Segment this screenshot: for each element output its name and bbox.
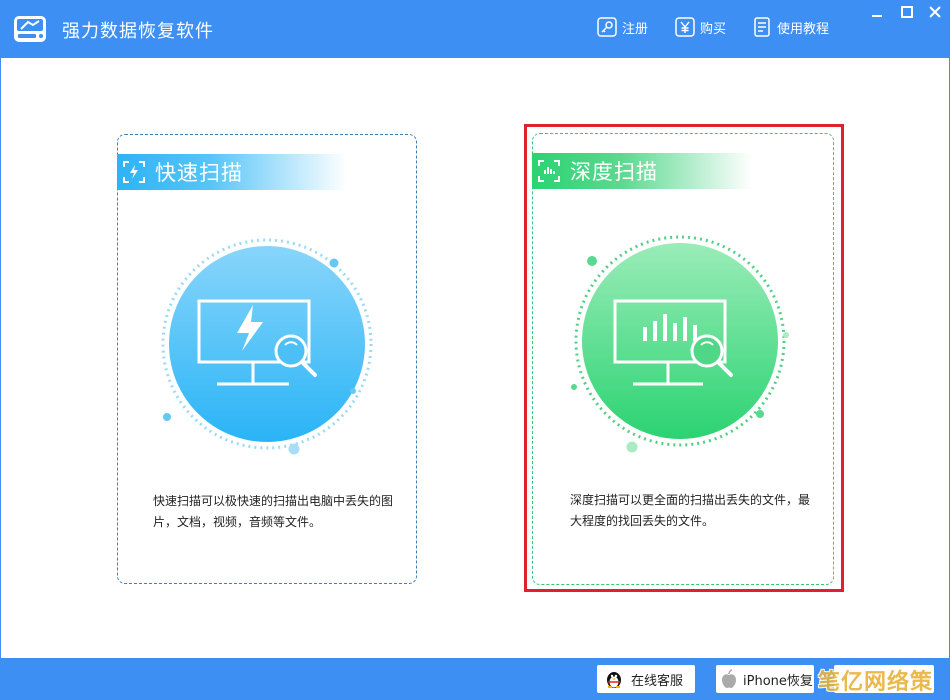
maximize-button[interactable] (892, 0, 922, 24)
minimize-button[interactable] (862, 0, 892, 24)
hard-drive-icon (14, 16, 46, 42)
penguin-icon (607, 672, 621, 688)
close-button[interactable] (920, 0, 950, 24)
close-icon (929, 6, 941, 18)
apple-icon (722, 669, 736, 688)
maximize-icon (901, 6, 913, 18)
monitor-lightning-search-icon (161, 238, 373, 455)
online-service-button[interactable]: 在线客服 (597, 665, 695, 693)
iphone-recovery-button[interactable]: iPhone恢复 (716, 665, 814, 693)
quick-scan-card[interactable]: 快速扫描 快速扫描可以极快速的扫描出电脑中丢失的图片，文档，视频，音频等文件。 (117, 134, 417, 584)
deep-scan-header: 深度扫描 (532, 153, 752, 189)
quick-scan-description: 快速扫描可以极快速的扫描出电脑中丢失的图片，文档，视频，音频等文件。 (153, 494, 394, 529)
tutorial-label: 使用教程 (777, 21, 830, 37)
quick-scan-title: 快速扫描 (155, 161, 243, 185)
deep-scan-card[interactable]: 深度扫描 深度扫描可以更全面的扫描出丢失的文件，最大程度的找回丢失的文件。 (532, 133, 834, 585)
watermark: 笔亿网络策划 (818, 670, 934, 695)
lightning-frame-icon (121, 159, 147, 185)
footer-bar: 在线客服 iPhone恢复 (0, 658, 950, 700)
app-title: 强力数据恢复软件 (62, 21, 214, 42)
iphone-recovery-label: iPhone恢复 (743, 673, 813, 689)
document-icon (754, 17, 770, 37)
deep-scan-title: 深度扫描 (570, 160, 658, 184)
tutorial-button[interactable]: 使用教程 (752, 16, 829, 38)
register-button[interactable]: 注册 (597, 16, 648, 38)
register-label: 注册 (622, 21, 649, 37)
monitor-chart-search-icon (571, 235, 789, 453)
bars-frame-icon (536, 158, 562, 184)
key-icon (597, 17, 617, 37)
quick-scan-header: 快速扫描 (117, 154, 347, 190)
buy-label: 购买 (700, 21, 727, 37)
online-service-label: 在线客服 (631, 673, 684, 689)
minimize-icon (872, 15, 882, 17)
deep-scan-description: 深度扫描可以更全面的扫描出丢失的文件，最大程度的找回丢失的文件。 (570, 493, 811, 528)
buy-button[interactable]: 购买 (675, 16, 726, 38)
yuan-icon (675, 17, 695, 37)
title-bar: 强力数据恢复软件 注册 购买 使用教程 (0, 0, 950, 58)
